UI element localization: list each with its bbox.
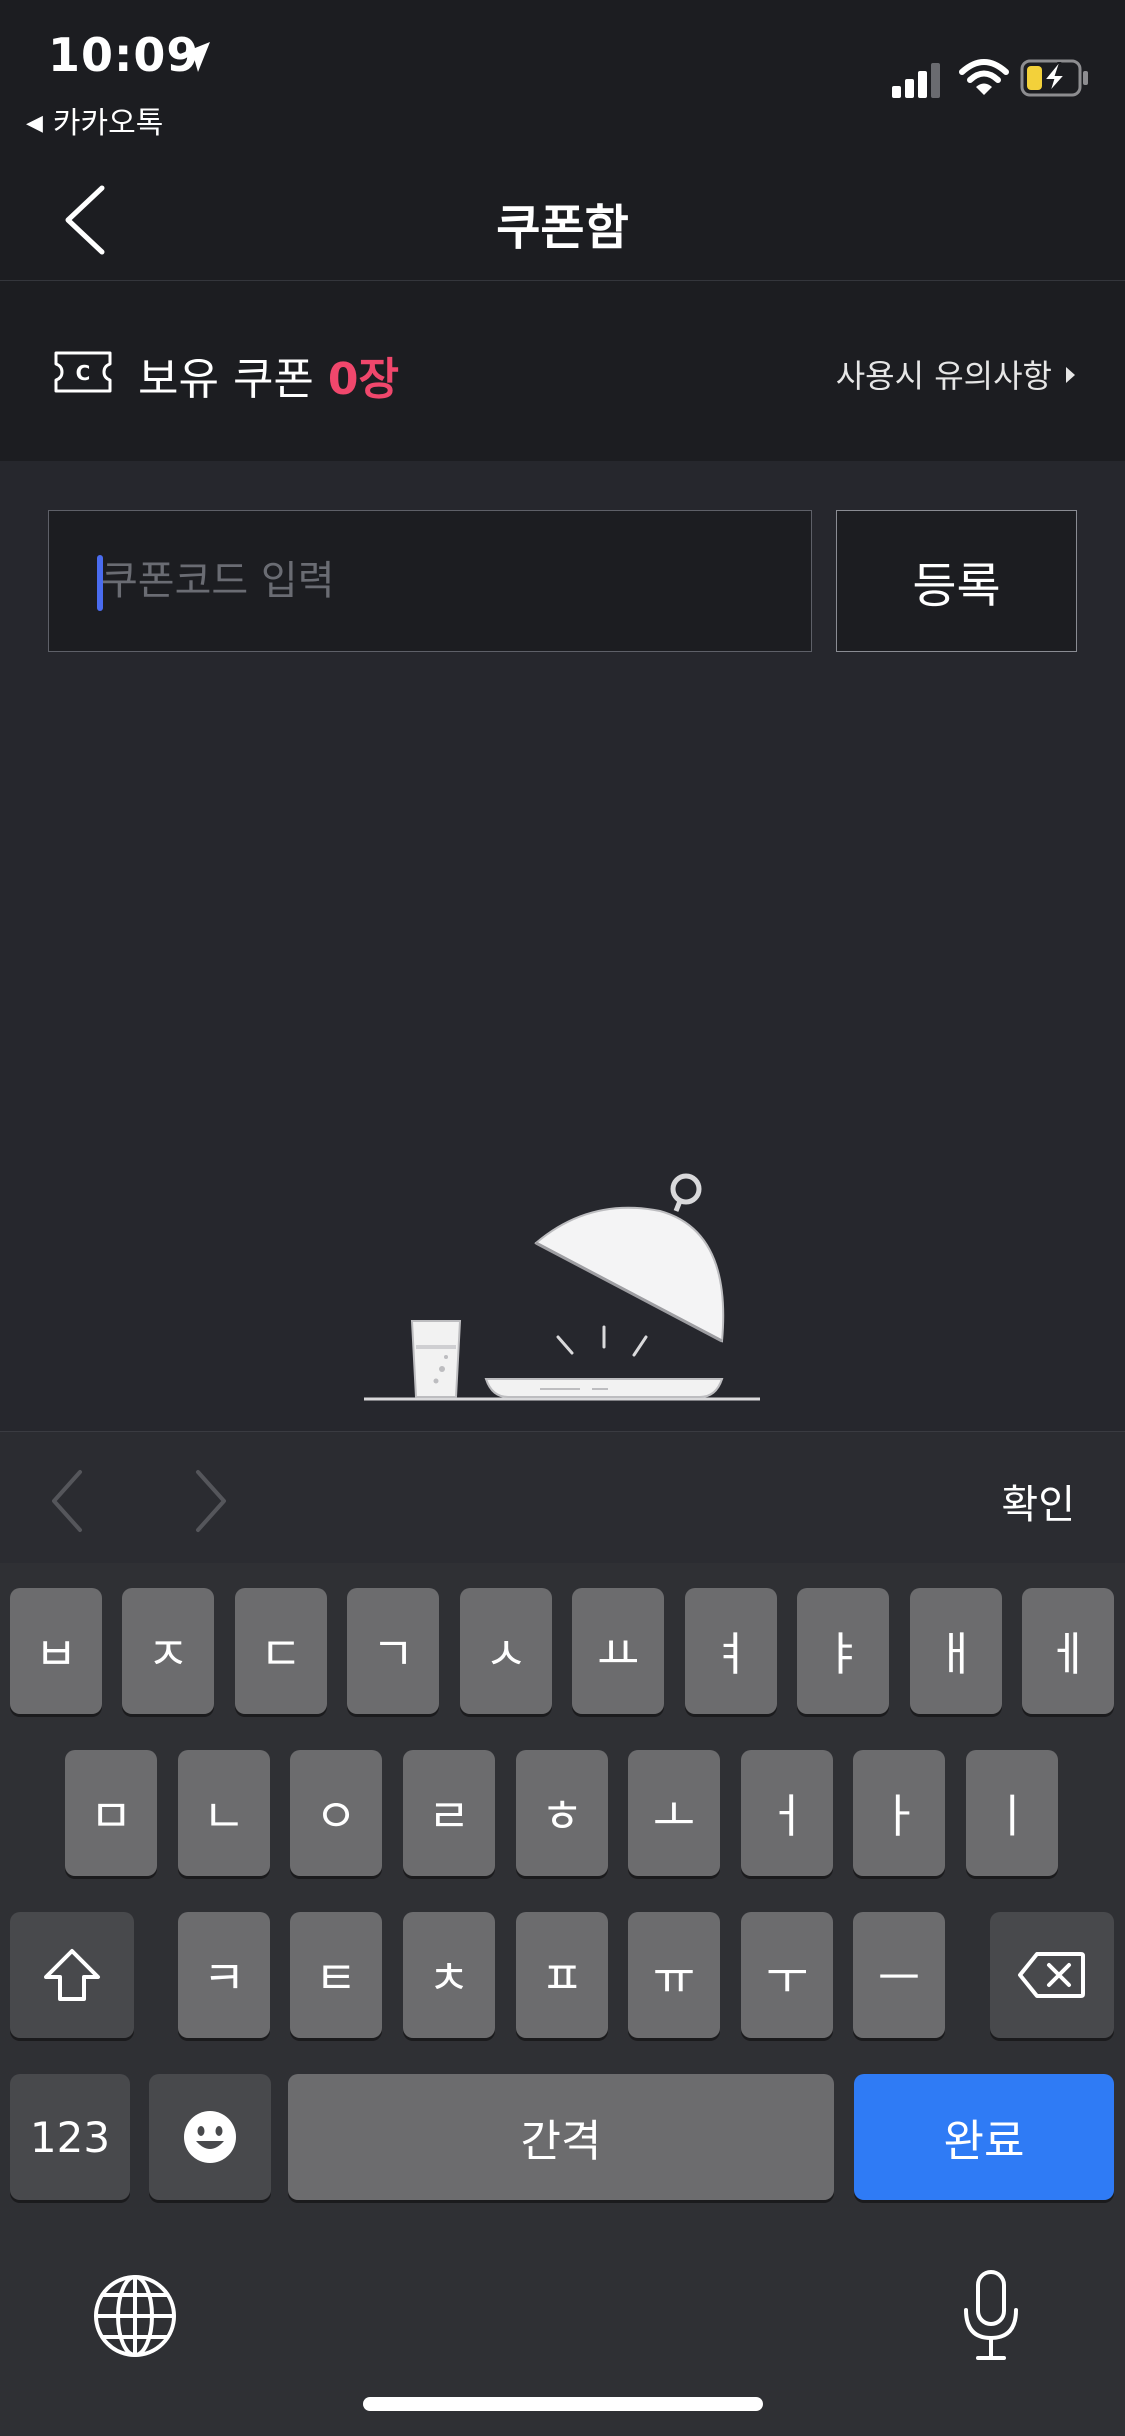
key-row3-5[interactable]: ㅠ — [628, 1912, 720, 2038]
empty-state-cloche-illustration — [364, 1173, 760, 1401]
page-title: 쿠폰함 — [496, 200, 629, 256]
back-app-label: 카카오톡 — [52, 106, 164, 141]
coupon-code-field[interactable] — [48, 510, 812, 652]
globe-icon[interactable] — [92, 2273, 178, 2359]
numbers-key[interactable]: 123 — [10, 2074, 130, 2200]
battery-charging-icon — [1020, 59, 1088, 97]
svg-text:C: C — [76, 361, 91, 385]
caret-right-icon — [1066, 367, 1075, 383]
owned-coupons-count: 0장 — [327, 354, 400, 405]
done-key[interactable]: 완료 — [854, 2074, 1114, 2200]
key-row2-1[interactable]: ㅁ — [65, 1750, 157, 1876]
keyboard-accessory-bar: 확인 — [0, 1431, 1125, 1564]
key-row1-6[interactable]: ㅛ — [572, 1588, 664, 1714]
key-row2-6[interactable]: ㅗ — [628, 1750, 720, 1876]
key-row2-5[interactable]: ㅎ — [516, 1750, 608, 1876]
key-row1-3[interactable]: ㄷ — [235, 1588, 327, 1714]
wifi-icon — [959, 59, 1009, 95]
usage-notice-link[interactable]: 사용시 유의사항 — [836, 351, 1075, 397]
emoji-face-icon — [184, 2111, 236, 2163]
emoji-key[interactable] — [149, 2074, 271, 2200]
status-time: 10:09 — [48, 28, 200, 82]
key-row1-1[interactable]: ㅂ — [10, 1588, 102, 1714]
home-indicator[interactable] — [363, 2397, 763, 2411]
coupon-code-input[interactable] — [97, 511, 801, 651]
owned-coupons-text: 보유 쿠폰 — [138, 354, 328, 405]
key-row3-3[interactable]: ㅊ — [403, 1912, 495, 2038]
microphone-icon[interactable] — [958, 2268, 1024, 2364]
korean-keyboard: ㅂ ㅈ ㄷ ㄱ ㅅ ㅛ ㅕ ㅑ ㅐ ㅔ ㅁ ㄴ ㅇ ㄹ ㅎ ㅗ ㅓ ㅏ ㅣ ㅋ … — [0, 1563, 1125, 2436]
navigation-bar: 쿠폰함 — [0, 160, 1125, 281]
key-row1-8[interactable]: ㅑ — [797, 1588, 889, 1714]
key-row3-6[interactable]: ㅜ — [741, 1912, 833, 2038]
key-row3-1[interactable]: ㅋ — [178, 1912, 270, 2038]
key-row1-4[interactable]: ㄱ — [347, 1588, 439, 1714]
key-row3-4[interactable]: ㅍ — [516, 1912, 608, 2038]
key-row2-2[interactable]: ㄴ — [178, 1750, 270, 1876]
space-key[interactable]: 간격 — [288, 2074, 834, 2200]
key-row1-2[interactable]: ㅈ — [122, 1588, 214, 1714]
key-row2-7[interactable]: ㅓ — [741, 1750, 833, 1876]
back-triangle-icon: ◀ — [26, 111, 43, 136]
backspace-icon — [1018, 1952, 1085, 1998]
cellular-signal-icon — [892, 63, 940, 98]
confirm-button[interactable]: 확인 — [1001, 1472, 1075, 1530]
register-button[interactable]: 등록 — [836, 510, 1077, 652]
key-row2-4[interactable]: ㄹ — [403, 1750, 495, 1876]
location-arrow-icon — [180, 42, 210, 72]
key-row2-3[interactable]: ㅇ — [290, 1750, 382, 1876]
key-row2-9[interactable]: ㅣ — [966, 1750, 1058, 1876]
shift-arrow-icon — [44, 1949, 100, 2001]
key-row1-5[interactable]: ㅅ — [460, 1588, 552, 1714]
key-row1-9[interactable]: ㅐ — [910, 1588, 1002, 1714]
usage-notice-label: 사용시 유의사항 — [835, 357, 1052, 395]
key-row2-8[interactable]: ㅏ — [853, 1750, 945, 1876]
coupon-summary: C 보유 쿠폰 0장 사용시 유의사항 — [0, 281, 1125, 461]
key-row3-7[interactable]: ㅡ — [853, 1912, 945, 2038]
key-row3-2[interactable]: ㅌ — [290, 1912, 382, 2038]
status-bar: 10:09 ◀ 카카오톡 — [0, 0, 1125, 160]
coupon-ticket-icon: C — [54, 351, 112, 393]
previous-field-chevron-icon[interactable] — [46, 1468, 88, 1534]
key-row1-7[interactable]: ㅕ — [685, 1588, 777, 1714]
coupon-main-area: 등록 — [0, 461, 1125, 1431]
key-row1-10[interactable]: ㅔ — [1022, 1588, 1114, 1714]
owned-coupons-label: 보유 쿠폰 0장 — [138, 343, 399, 407]
next-field-chevron-icon[interactable] — [190, 1468, 232, 1534]
back-to-app-link[interactable]: ◀ 카카오톡 — [26, 98, 163, 142]
shift-key[interactable] — [10, 1912, 134, 2038]
delete-key[interactable] — [990, 1912, 1114, 2038]
